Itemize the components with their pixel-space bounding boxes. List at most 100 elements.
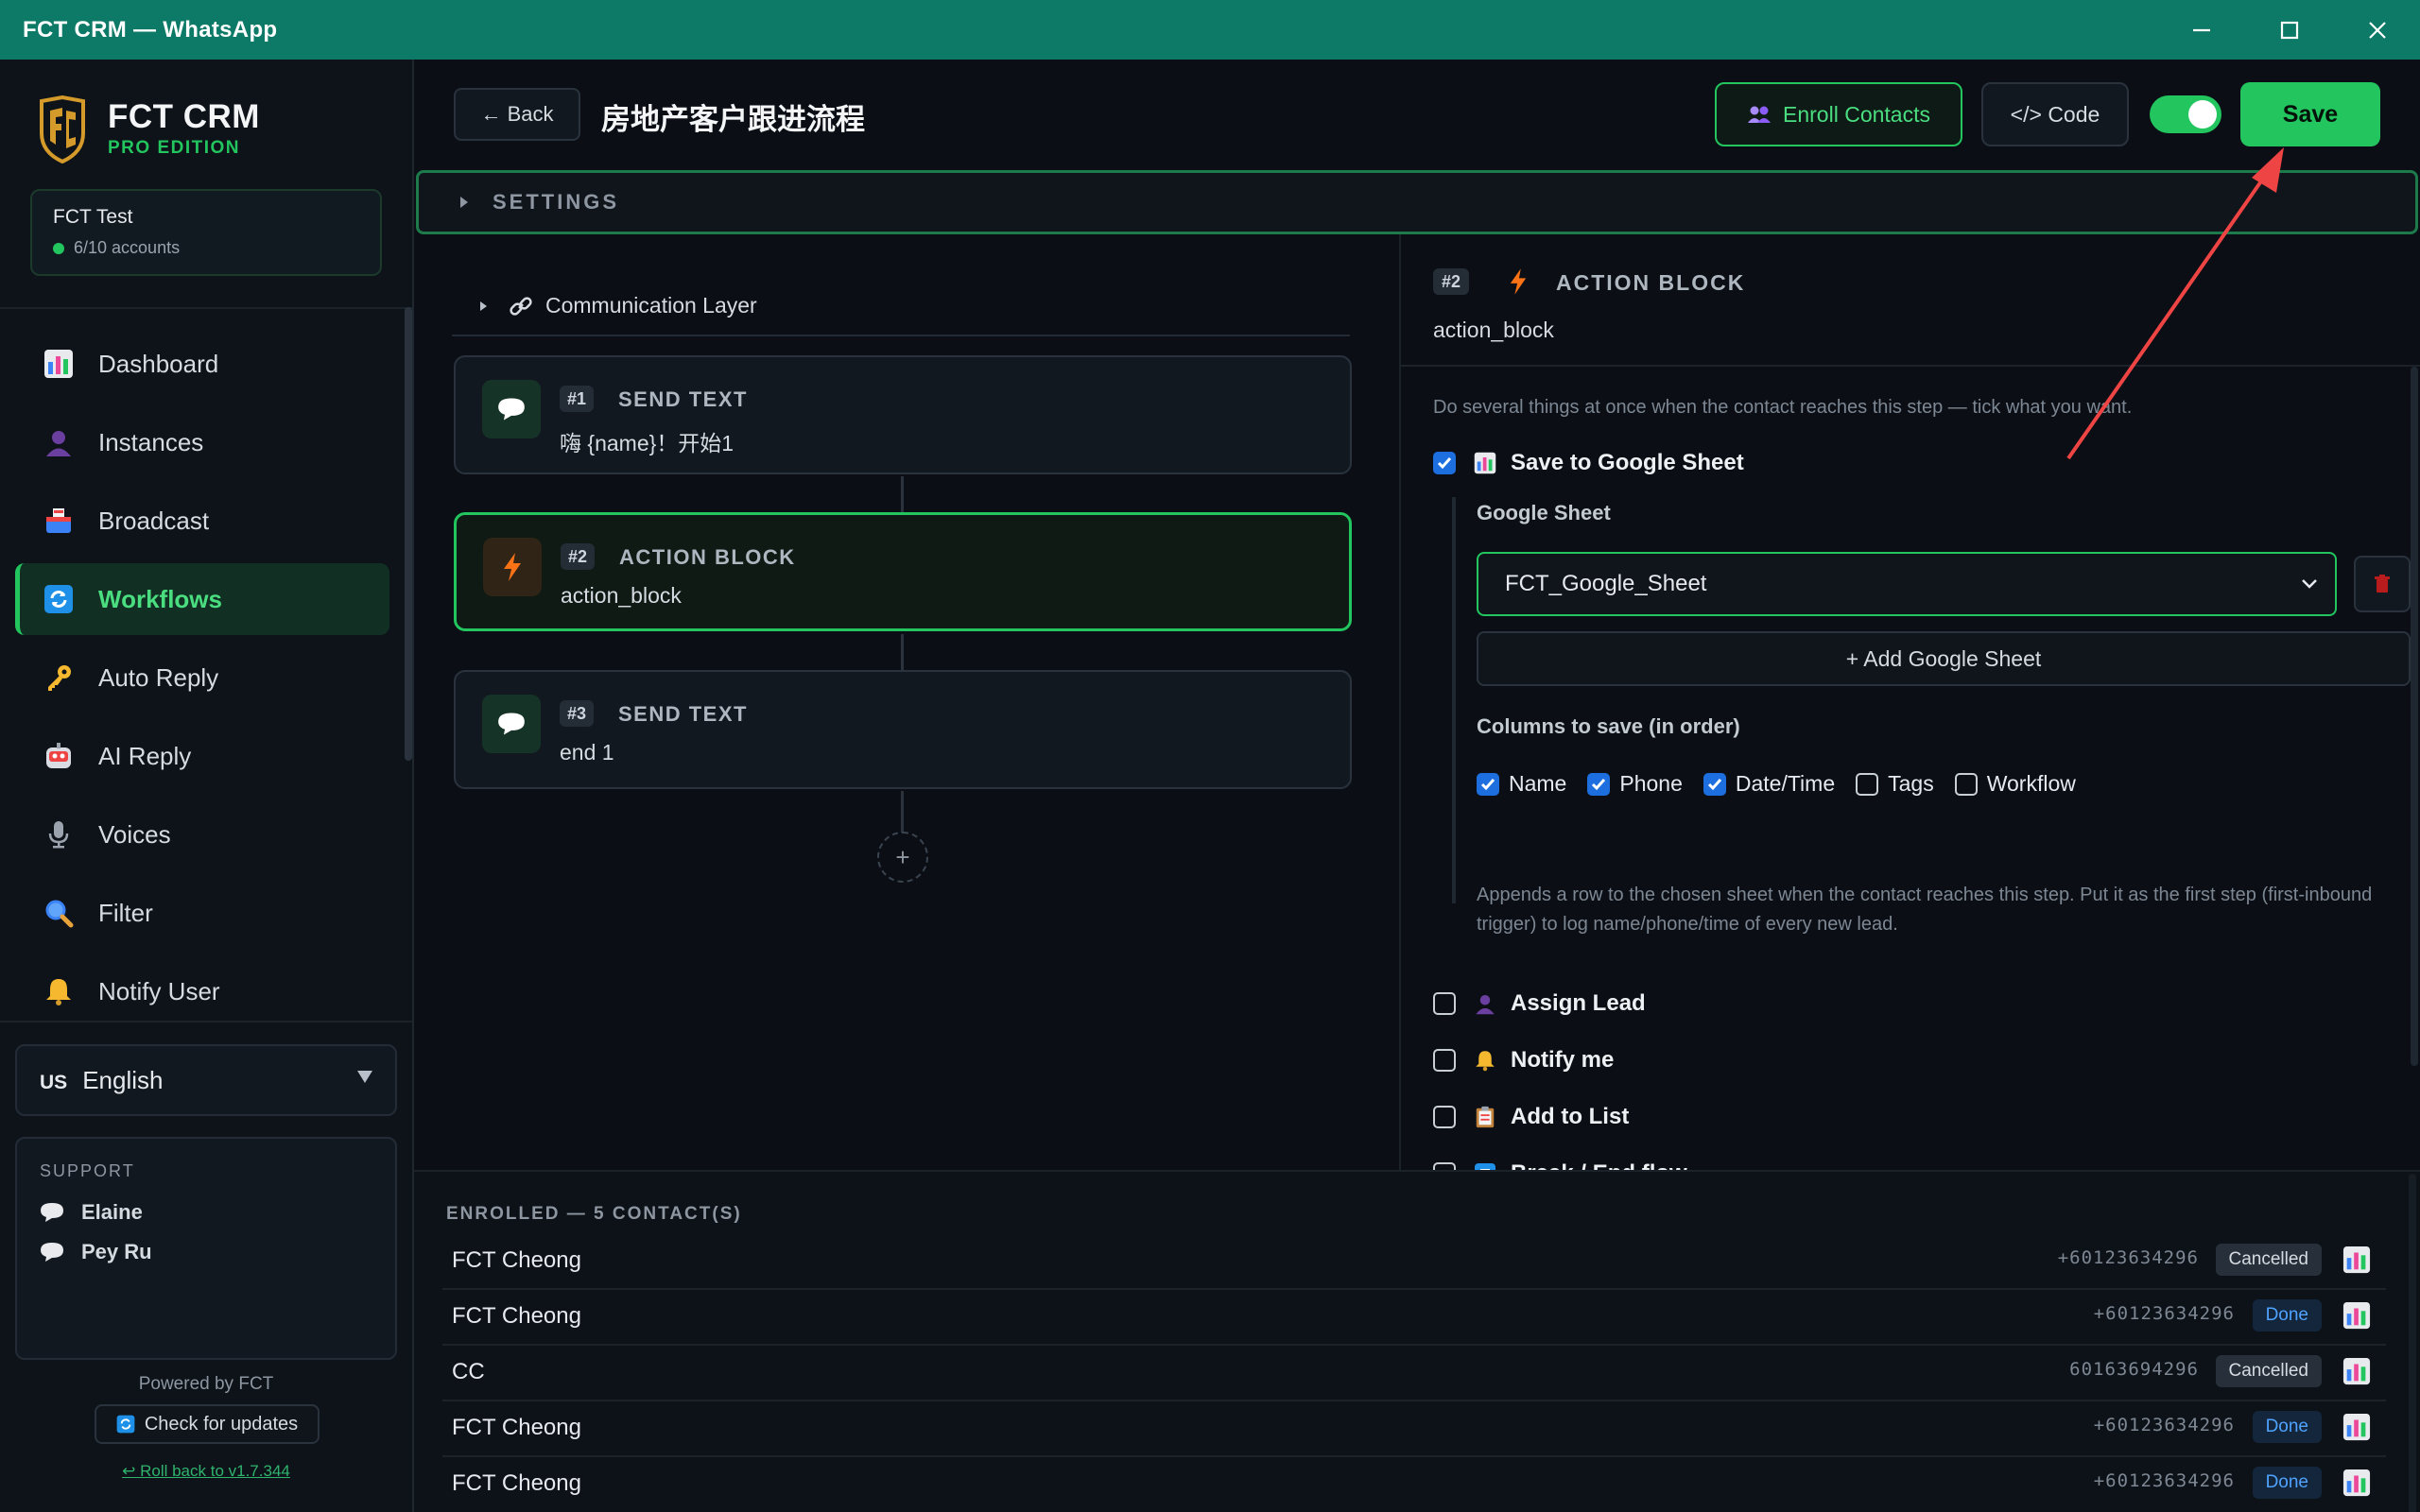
assign-lead-option[interactable]: Assign Lead (1433, 990, 1646, 1017)
enroll-contacts-button[interactable]: Enroll Contacts (1715, 82, 1962, 146)
table-row[interactable]: FCT Cheong +60123634296 Cancelled (442, 1234, 2386, 1290)
step-number: #3 (560, 700, 595, 727)
column-datetime-option[interactable]: Date/Time (1703, 771, 1835, 797)
settings-label: SETTINGS (493, 190, 620, 214)
step-kind: SEND TEXT (618, 387, 748, 411)
trash-icon (2375, 575, 2390, 593)
users-icon (1748, 106, 1772, 123)
settings-section-header[interactable]: SETTINGS (416, 170, 2418, 234)
flow-connector (901, 791, 904, 833)
save-to-sheet-option[interactable]: Save to Google Sheet (1433, 450, 1744, 476)
sidebar-item-instances[interactable]: Instances (15, 406, 389, 478)
notify-me-option[interactable]: Notify me (1433, 1047, 1614, 1074)
column-label: Workflow (1986, 771, 2076, 796)
sidebar-item-notify-user[interactable]: Notify User (15, 955, 389, 1027)
table-row[interactable]: CC 60163694296 Cancelled (442, 1346, 2386, 1401)
add-google-sheet-button[interactable]: + Add Google Sheet (1477, 631, 2411, 686)
column-phone-checkbox[interactable] (1587, 772, 1611, 796)
refresh-icon (116, 1415, 135, 1434)
communication-layer-toggle[interactable]: Communication Layer (480, 293, 757, 318)
maximize-icon (2280, 21, 2299, 39)
column-name-option[interactable]: Name (1477, 771, 1566, 797)
sheet-chart-icon[interactable] (2342, 1469, 2371, 1502)
flow-connector (901, 634, 904, 670)
minimize-icon (2193, 28, 2210, 31)
sidebar-item-workflows[interactable]: Workflows (15, 563, 389, 635)
divider (0, 307, 412, 309)
chat-icon (482, 380, 541, 438)
notify-me-checkbox[interactable] (1433, 1049, 1456, 1072)
sidebar-item-filter[interactable]: Filter (15, 877, 389, 949)
sidebar-item-label: Notify User (98, 976, 220, 1005)
flow-step-2[interactable]: #2 ACTION BLOCK action_block (454, 512, 1352, 631)
language-select[interactable]: US English (15, 1044, 397, 1116)
sheet-chart-icon[interactable] (2342, 1301, 2371, 1334)
contact-phone: +60123634296 (2093, 1303, 2235, 1324)
sidebar-item-broadcast[interactable]: Broadcast (15, 485, 389, 557)
enrolled-scrollbar[interactable] (2409, 1174, 2416, 1512)
table-row[interactable]: FCT Cheong +60123634296 Done (442, 1457, 2386, 1512)
google-sheet-select[interactable]: FCT_Google_Sheet (1477, 552, 2337, 616)
column-datetime-checkbox[interactable] (1703, 772, 1726, 796)
sheet-chart-icon[interactable] (2342, 1357, 2371, 1390)
add-to-list-checkbox[interactable] (1433, 1106, 1456, 1128)
column-label: Phone (1619, 771, 1683, 796)
flow-step-3[interactable]: #3 SEND TEXT end 1 (454, 670, 1352, 789)
column-phone-option[interactable]: Phone (1587, 771, 1683, 797)
flow-connector (901, 476, 904, 512)
column-tags-checkbox[interactable] (1856, 772, 1879, 796)
support-card: SUPPORT Elaine Pey Ru (15, 1137, 397, 1360)
sheet-chart-icon[interactable] (2342, 1246, 2371, 1279)
rollback-link[interactable]: ↩ Roll back to v1.7.344 (0, 1462, 412, 1481)
account-status: 6/10 accounts (74, 238, 181, 257)
back-button[interactable]: ← Back (454, 88, 580, 141)
step-number: #1 (560, 386, 595, 412)
add-step-button[interactable]: + (877, 832, 928, 883)
sidebar-item-ai-reply[interactable]: AI Reply (15, 720, 389, 792)
sidebar: FCT CRM PRO EDITION FCT Test 6/10 accoun… (0, 60, 414, 1512)
communication-layer-label: Communication Layer (545, 293, 757, 318)
brand-name: FCT CRM (108, 98, 260, 135)
column-workflow-option[interactable]: Workflow (1954, 771, 2076, 797)
support-contact-pey-ru[interactable]: Pey Ru (40, 1240, 372, 1264)
close-button[interactable] (2335, 0, 2420, 60)
support-contact-elaine[interactable]: Elaine (40, 1200, 372, 1225)
detail-scrollbar[interactable] (2411, 367, 2418, 1066)
code-button[interactable]: </> Code (1981, 82, 2129, 146)
maximize-button[interactable] (2247, 0, 2332, 60)
column-tags-option[interactable]: Tags (1856, 771, 1934, 797)
add-to-list-option[interactable]: Add to List (1433, 1104, 1629, 1130)
check-updates-button[interactable]: Check for updates (95, 1404, 320, 1444)
assign-lead-checkbox[interactable] (1433, 992, 1456, 1015)
save-button[interactable]: Save (2240, 82, 2380, 146)
microphone-icon (42, 817, 76, 851)
action-block-hint: Do several things at once when the conta… (1433, 397, 2133, 418)
step-number: #2 (561, 543, 596, 570)
sidebar-scrollbar[interactable] (405, 307, 412, 761)
chevron-right-icon (460, 197, 468, 208)
status-badge: Done (2252, 1411, 2322, 1443)
chat-icon (482, 695, 541, 753)
workflow-active-toggle[interactable] (2150, 95, 2221, 133)
status-badge: Done (2252, 1299, 2322, 1332)
save-to-sheet-checkbox[interactable] (1433, 452, 1456, 474)
sidebar-item-auto-reply[interactable]: Auto Reply (15, 642, 389, 713)
contact-name: FCT Cheong (452, 1415, 581, 1440)
sidebar-item-voices[interactable]: Voices (15, 799, 389, 870)
column-workflow-checkbox[interactable] (1954, 772, 1978, 796)
table-row[interactable]: FCT Cheong +60123634296 Done (442, 1401, 2386, 1457)
workflow-title[interactable]: 房地产客户跟进流程 (601, 95, 865, 138)
sheet-chart-icon[interactable] (2342, 1413, 2371, 1446)
sidebar-item-label: Dashboard (98, 349, 219, 378)
table-row[interactable]: FCT Cheong +60123634296 Done (442, 1290, 2386, 1346)
sidebar-item-label: AI Reply (98, 741, 192, 770)
column-name-checkbox[interactable] (1477, 772, 1499, 796)
account-card[interactable]: FCT Test 6/10 accounts (30, 189, 382, 276)
minimize-button[interactable] (2159, 0, 2244, 60)
flow-step-1[interactable]: #1 SEND TEXT 嗨 {name}！开始1 (454, 355, 1352, 474)
enrolled-contacts-panel: ENROLLED — 5 CONTACT(S) FCT Cheong +6012… (414, 1170, 2420, 1512)
option-label: Assign Lead (1511, 990, 1646, 1016)
delete-sheet-button[interactable] (2354, 556, 2411, 612)
sidebar-item-dashboard[interactable]: Dashboard (15, 328, 389, 400)
step-kind: ACTION BLOCK (1556, 270, 1746, 295)
